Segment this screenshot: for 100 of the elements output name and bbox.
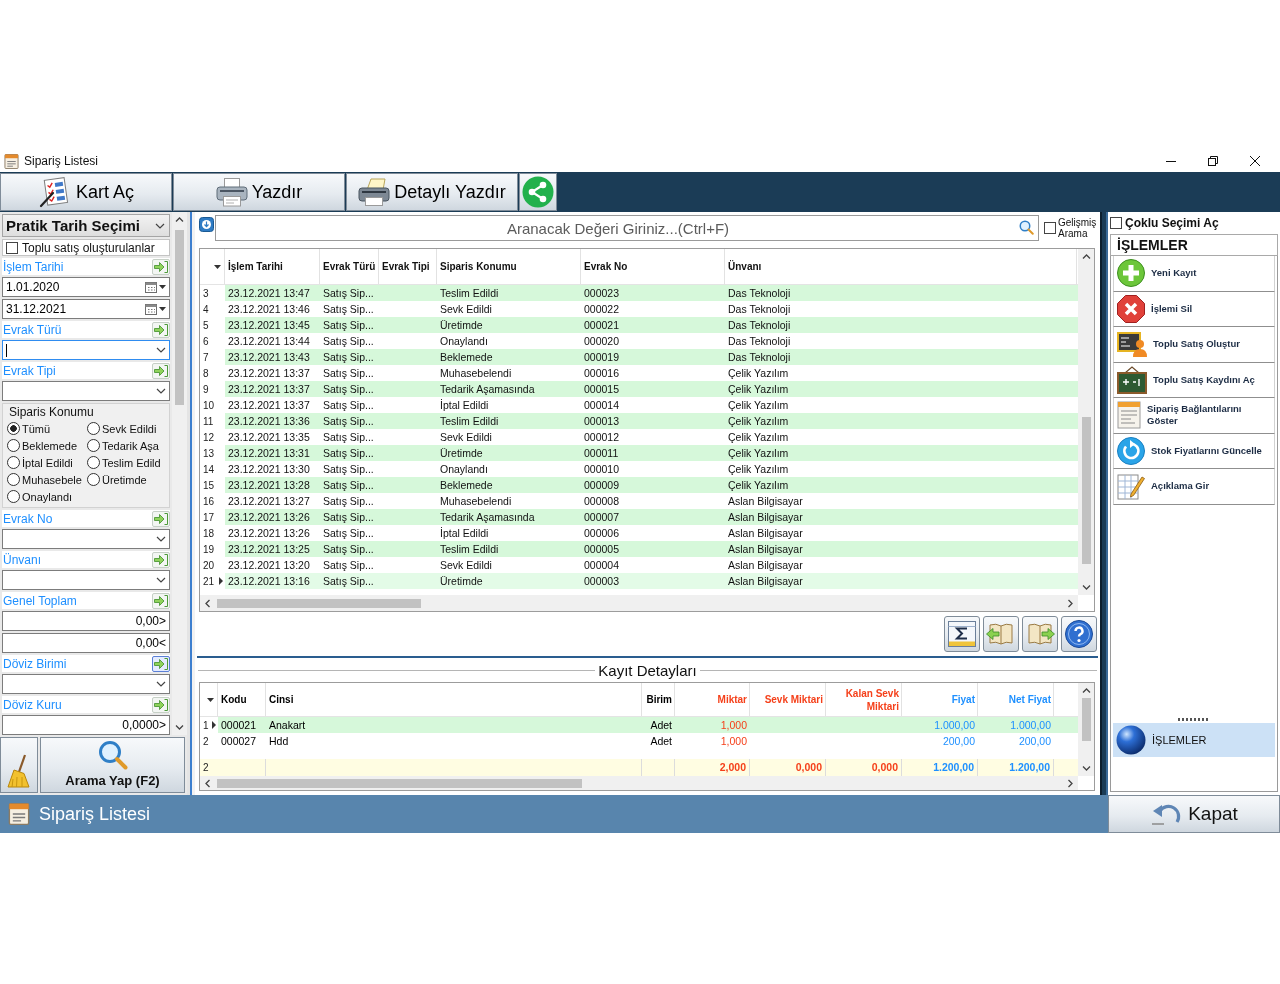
search-field[interactable]: Aranacak Değeri Giriniz...(Ctrl+F): [215, 215, 1039, 241]
table-cell-text: 000012: [583, 430, 621, 445]
horizontal-scrollbar[interactable]: [200, 776, 1078, 790]
column-header[interactable]: Siparis Konumu: [437, 249, 581, 284]
vertical-scrollbar[interactable]: [172, 212, 187, 735]
help-button[interactable]: [1061, 616, 1097, 652]
dropdown-field[interactable]: [2, 529, 170, 549]
table-cell-text: Çelik Yazılım: [727, 478, 790, 493]
date-preset-dropdown[interactable]: Pratik Tarih Seçimi: [2, 214, 170, 237]
table-row[interactable]: 21 23.12.2021 13:16 Satış Sip... Üretimde 000003 Aslan Bilgisayar: [200, 573, 1078, 589]
number-field[interactable]: 0,0000>: [2, 715, 170, 735]
clear-button[interactable]: [0, 737, 38, 793]
open-card-button[interactable]: Kart Aç: [0, 173, 172, 211]
row-number: 16: [203, 495, 215, 507]
scrollbar-thumb[interactable]: [1081, 698, 1091, 741]
bulk-sale-open-button[interactable]: Toplu Satış Kaydını Aç: [1113, 362, 1275, 398]
column-header[interactable]: İşlem Tarihi: [225, 249, 320, 284]
insert-button[interactable]: [152, 696, 170, 713]
scrollbar-thumb[interactable]: [1081, 417, 1091, 564]
table-row[interactable]: 19 23.12.2021 13:25 Satış Sip... Teslim Edildi 000005 Aslan Bilgisayar: [200, 541, 1078, 557]
bulk-sale-create-button[interactable]: Toplu Satış Oluştur: [1113, 327, 1275, 363]
table-cell-text: Satış Sip...: [322, 302, 375, 317]
dropdown-field[interactable]: [2, 340, 170, 360]
insert-button[interactable]: [152, 592, 170, 609]
insert-button[interactable]: [152, 655, 170, 672]
number-field[interactable]: 0,00<: [2, 633, 170, 653]
checkbox[interactable]: [6, 241, 18, 254]
add-note-button[interactable]: Açıklama Gir: [1113, 469, 1275, 505]
caret-down-icon: [159, 307, 166, 311]
table-cell-text: 200,00: [941, 734, 976, 749]
scrollbar-thumb[interactable]: [175, 230, 184, 405]
radio-button[interactable]: [87, 456, 100, 469]
print-button[interactable]: Yazdır: [173, 173, 345, 211]
vertical-scrollbar[interactable]: [1078, 249, 1094, 595]
column-header[interactable]: Evrak Türü: [320, 249, 379, 284]
table-row[interactable]: 5 23.12.2021 13:45 Satış Sip... Üretimde 000021 Das Teknoloji: [200, 317, 1078, 333]
date-field[interactable]: 1.01.2020: [2, 277, 170, 297]
radio-button[interactable]: [7, 456, 20, 469]
share-button[interactable]: [519, 173, 557, 211]
splitter-grip-icon: [1178, 717, 1210, 721]
table-row[interactable]: 7 23.12.2021 13:43 Satış Sip... Beklemede 000019 Das Teknoloji: [200, 349, 1078, 365]
search-button[interactable]: Arama Yap (F2): [40, 737, 185, 793]
navigation-item[interactable]: İŞLEMLER: [1113, 723, 1275, 757]
delete-button[interactable]: İşlemi Sil: [1113, 291, 1275, 327]
table-row[interactable]: 11 23.12.2021 13:36 Satış Sip... Teslim Edildi 000013 Çelik Yazılım: [200, 413, 1078, 429]
table-cell-text: Çelik Yazılım: [727, 462, 790, 477]
column-header[interactable]: Miktar: [675, 683, 750, 716]
close-form-button[interactable]: Kapat: [1108, 795, 1280, 833]
column-header[interactable]: Birim: [642, 683, 675, 716]
insert-button[interactable]: [152, 362, 170, 379]
column-header[interactable]: Sevk Miktari: [750, 683, 826, 716]
scrollbar-thumb[interactable]: [217, 778, 582, 788]
sum-button[interactable]: [944, 616, 980, 652]
insert-button[interactable]: [152, 551, 170, 568]
radio-button[interactable]: [87, 422, 100, 435]
new-record-button[interactable]: Yeni Kayıt: [1113, 256, 1275, 292]
column-header[interactable]: Kalan Sevk Miktari: [826, 683, 902, 716]
dropdown-field[interactable]: [2, 381, 170, 401]
dropdown-field[interactable]: [2, 570, 170, 590]
column-header[interactable]: Kodu: [218, 683, 266, 716]
chevron-up-icon: [175, 217, 184, 222]
radio-button[interactable]: [7, 473, 20, 486]
radio-button[interactable]: [87, 439, 100, 452]
table-row[interactable]: 9 23.12.2021 13:37 Satış Sip... Tedarik Aşamasında 000015 Çelik Yazılım: [200, 381, 1078, 397]
table-row[interactable]: 1 000021 Anakart Adet 1,000 1.000,00 1.000,00: [200, 717, 1078, 733]
column-header[interactable]: Ünvanı: [725, 249, 1077, 284]
next-button[interactable]: [1022, 616, 1058, 652]
table-row[interactable]: 17 23.12.2021 13:26 Satış Sip... Tedarik Aşamasında 000007 Aslan Bilgisayar: [200, 509, 1078, 525]
number-field[interactable]: 0,00>: [2, 611, 170, 631]
update-prices-button[interactable]: Stok Fiyatlarını Güncelle: [1113, 433, 1275, 469]
detailed-print-button[interactable]: Detaylı Yazdır: [346, 173, 518, 211]
date-field[interactable]: 31.12.2021: [2, 299, 170, 319]
chevron-down-icon: [156, 681, 166, 687]
radio-button[interactable]: [7, 422, 20, 435]
arrow-into-box-icon: [154, 364, 168, 377]
vertical-scrollbar[interactable]: [1078, 683, 1094, 776]
checkbox[interactable]: [1110, 217, 1122, 229]
table-cell-text: 1.000,00: [1009, 718, 1052, 733]
radio-button[interactable]: [7, 439, 20, 452]
column-header[interactable]: Evrak No: [581, 249, 725, 284]
radio-button[interactable]: [87, 473, 100, 486]
table-row[interactable]: 3 23.12.2021 13:47 Satış Sip... Teslim Edildi 000023 Das Teknoloji: [200, 285, 1078, 301]
insert-button[interactable]: [152, 321, 170, 338]
radio-label: Beklemede: [22, 439, 78, 452]
scrollbar-thumb[interactable]: [217, 598, 421, 608]
table-row[interactable]: 13 23.12.2021 13:31 Satış Sip... Üretimde 000011 Çelik Yazılım: [200, 445, 1078, 461]
table-cell-text: Satış Sip...: [322, 510, 375, 525]
table-row[interactable]: 15 23.12.2021 13:28 Satış Sip... Beklemede 000009 Çelik Yazılım: [200, 477, 1078, 493]
field-label: Ünvanı: [3, 552, 42, 567]
insert-button[interactable]: [152, 258, 170, 275]
insert-button[interactable]: [152, 510, 170, 527]
dropdown-field[interactable]: [2, 674, 170, 694]
checkbox[interactable]: [1044, 222, 1056, 234]
show-links-button[interactable]: Sipariş Bağlantılarını Göster: [1113, 398, 1275, 434]
column-header[interactable]: Evrak Tipi: [379, 249, 437, 284]
column-header[interactable]: Cinsi: [266, 683, 642, 716]
expand-button[interactable]: [199, 217, 214, 232]
checkbox-label: Gelişmiş Arama: [1058, 217, 1098, 239]
radio-button[interactable]: [7, 490, 20, 503]
horizontal-scrollbar[interactable]: [200, 595, 1078, 611]
